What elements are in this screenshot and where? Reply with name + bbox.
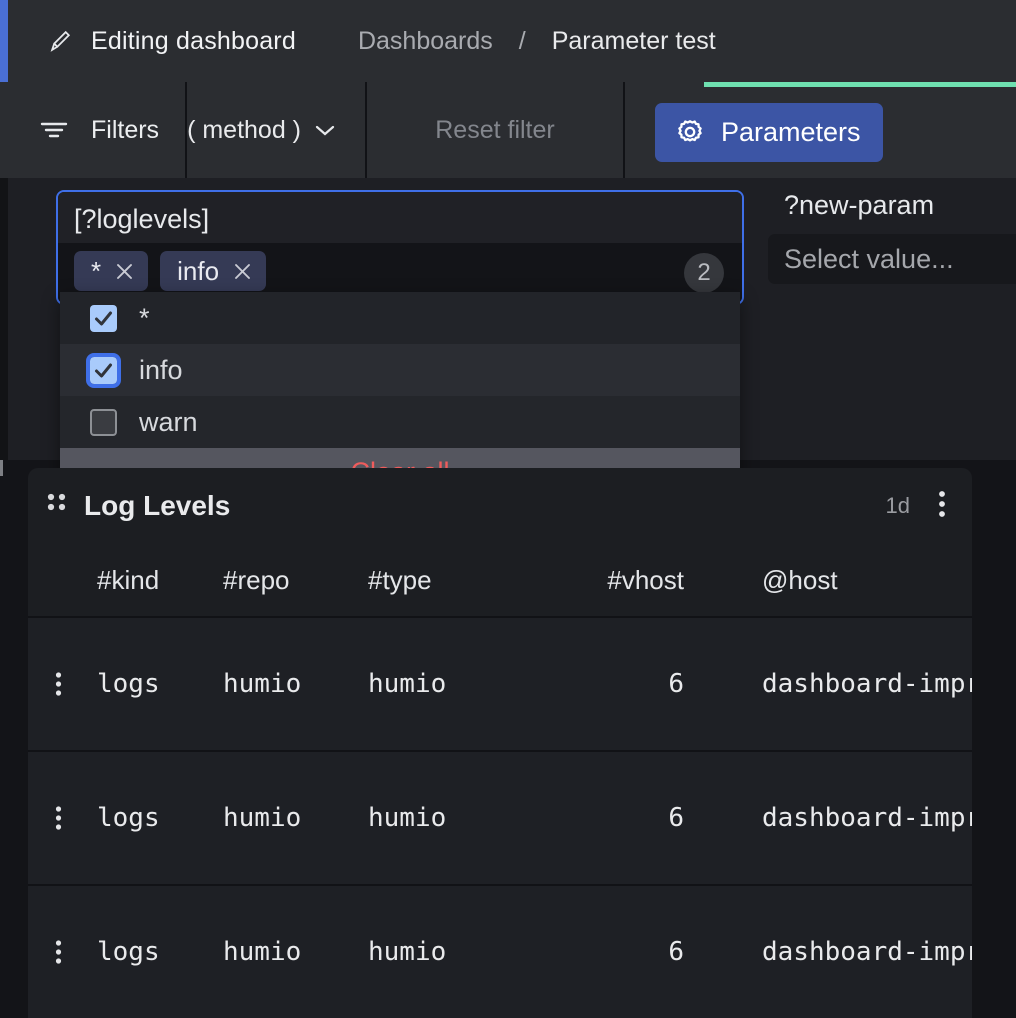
kebab-menu-icon[interactable] — [938, 489, 946, 524]
column-header-repo[interactable]: #repo — [223, 565, 368, 596]
checkbox-checked-icon[interactable] — [90, 357, 117, 384]
loglevels-options-dropdown: * info warn Clear all — [60, 292, 740, 496]
dashboard-editor-page: Editing dashboard Dashboards / Parameter… — [0, 0, 1016, 1018]
column-header-kind[interactable]: #kind — [88, 565, 223, 596]
close-icon[interactable] — [115, 262, 134, 281]
table-header-row: #kind #repo #type #vhost @host — [28, 544, 972, 616]
parameters-strip-gutter — [0, 178, 8, 460]
option-label: info — [139, 357, 183, 384]
tag-chip[interactable]: * — [74, 251, 148, 291]
breadcrumb-separator: / — [519, 27, 526, 56]
cell-repo: humio — [223, 803, 368, 833]
cell-host: dashboard-improvements — [693, 937, 972, 967]
method-filter-label: ( method ) — [187, 116, 301, 145]
row-kebab-menu-icon[interactable] — [28, 671, 88, 697]
column-header-vhost[interactable]: #vhost — [513, 565, 693, 596]
loglevels-parameter-name: [?loglevels] — [58, 192, 742, 243]
drag-handle-icon[interactable] — [46, 491, 68, 522]
table-row[interactable]: logs humio humio 6 dashboard-improvement… — [28, 750, 972, 884]
reset-filter-button[interactable]: Reset filter — [367, 82, 625, 178]
left-accent-rail — [0, 0, 8, 82]
loglevels-parameter-control[interactable]: [?loglevels] * info 2 — [56, 190, 744, 305]
reset-filter-label: Reset filter — [435, 116, 554, 145]
row-kebab-menu-icon[interactable] — [28, 805, 88, 831]
cell-kind: logs — [88, 669, 223, 699]
filters-label: Filters — [91, 116, 159, 145]
filter-toolbar: Filters ( method ) Reset filter — [0, 82, 1016, 178]
breadcrumb: Dashboards / Parameter test — [358, 27, 716, 56]
breadcrumb-dashboards-link[interactable]: Dashboards — [358, 27, 493, 56]
close-icon[interactable] — [233, 262, 252, 281]
log-levels-table: #kind #repo #type #vhost @host logs humi… — [28, 544, 972, 1018]
page-header: Editing dashboard Dashboards / Parameter… — [8, 0, 1016, 82]
cell-type: humio — [368, 803, 513, 833]
gear-icon — [675, 117, 705, 147]
filters-button[interactable]: Filters — [0, 82, 187, 178]
option-label: warn — [139, 409, 198, 436]
method-filter-dropdown[interactable]: ( method ) — [187, 82, 367, 178]
parameters-toolbar-cell: Parameters — [625, 82, 1016, 178]
log-levels-widget: Log Levels 1d #kind #repo #type #vhost @… — [28, 468, 972, 1018]
new-param-select[interactable]: Select value... — [768, 234, 1016, 284]
option-item-info[interactable]: info — [60, 344, 740, 396]
cell-kind: logs — [88, 937, 223, 967]
widget-time-range[interactable]: 1d — [886, 493, 910, 519]
cell-host: dashboard-improvements — [693, 803, 972, 833]
page-title: Editing dashboard — [91, 27, 296, 56]
parameters-label: Parameters — [721, 117, 861, 148]
tag-chip[interactable]: info — [160, 251, 266, 291]
cell-vhost: 6 — [513, 669, 693, 699]
cell-vhost: 6 — [513, 937, 693, 967]
pencil-icon — [47, 28, 73, 54]
parameters-button[interactable]: Parameters — [655, 103, 883, 162]
cell-kind: logs — [88, 803, 223, 833]
widget-header: Log Levels 1d — [28, 468, 972, 544]
selected-count-badge[interactable]: 2 — [684, 253, 724, 293]
cell-repo: humio — [223, 669, 368, 699]
cell-vhost: 6 — [513, 803, 693, 833]
checkbox-unchecked-icon[interactable] — [90, 409, 117, 436]
cell-host: dashboard-improvements — [693, 669, 972, 699]
breadcrumb-current: Parameter test — [552, 27, 716, 56]
chevron-down-icon — [315, 124, 335, 136]
tag-chip-label: * — [91, 258, 101, 284]
option-label: * — [139, 305, 150, 332]
checkbox-checked-icon[interactable] — [90, 305, 117, 332]
active-tab-accent — [704, 82, 1016, 87]
tag-chip-label: info — [177, 258, 219, 284]
row-kebab-menu-icon[interactable] — [28, 939, 88, 965]
option-item-star[interactable]: * — [60, 292, 740, 344]
new-param-control: ?new-param Select value... — [768, 190, 1016, 284]
cell-type: humio — [368, 937, 513, 967]
table-row[interactable]: logs humio humio 6 dashboard-improvement… — [28, 884, 972, 1018]
widget-title: Log Levels — [84, 490, 230, 522]
filter-icon — [40, 119, 68, 141]
cell-repo: humio — [223, 937, 368, 967]
column-header-type[interactable]: #type — [368, 565, 513, 596]
table-row[interactable]: logs humio humio 6 dashboard-improvement… — [28, 616, 972, 750]
option-item-warn[interactable]: warn — [60, 396, 740, 448]
column-header-host[interactable]: @host — [693, 565, 972, 596]
cell-type: humio — [368, 669, 513, 699]
new-param-placeholder: Select value... — [784, 244, 954, 275]
new-param-name: ?new-param — [768, 190, 1016, 221]
